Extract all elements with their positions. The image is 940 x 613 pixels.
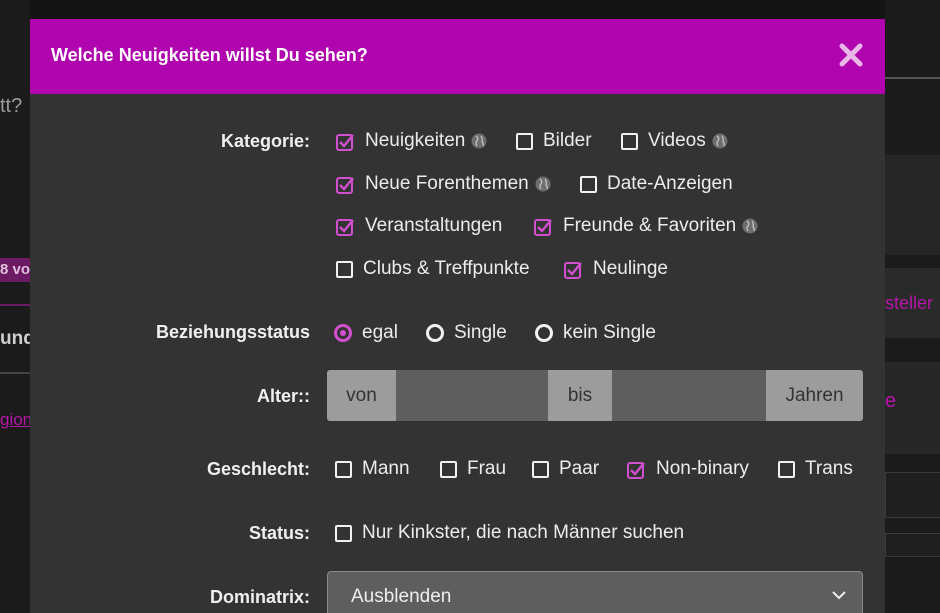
background-link-fragment: gion bbox=[0, 410, 33, 429]
radio-selected-icon[interactable] bbox=[334, 324, 352, 342]
globe-icon bbox=[471, 133, 487, 149]
option-label: Frau bbox=[467, 458, 507, 479]
globe-icon bbox=[712, 133, 728, 149]
background-panel bbox=[885, 155, 940, 255]
option-label: kein Single bbox=[563, 322, 656, 343]
option-label: Trans bbox=[805, 458, 853, 479]
kategorie-freunde-favoriten-checkbox[interactable]: Freunde & Favoriten bbox=[534, 215, 758, 237]
news-filter-modal: Welche Neuigkeiten willst Du sehen? Kate… bbox=[30, 19, 885, 613]
background-link-fragment: e bbox=[885, 390, 897, 412]
geschlecht-paar-checkbox[interactable]: Paar bbox=[532, 458, 599, 480]
checkbox-unchecked-icon[interactable] bbox=[335, 460, 352, 478]
option-label: Clubs & Treffpunkte bbox=[363, 258, 530, 279]
geschlecht-trans-checkbox[interactable]: Trans bbox=[778, 458, 853, 480]
chevron-down-icon bbox=[832, 591, 846, 600]
background-input bbox=[885, 533, 940, 557]
checkbox-unchecked-icon[interactable] bbox=[336, 260, 353, 278]
kategorie-label: Kategorie: bbox=[220, 131, 310, 151]
background-right-column: steller e bbox=[885, 0, 940, 613]
background-input bbox=[885, 472, 940, 518]
radio-unselected-icon[interactable] bbox=[426, 324, 444, 342]
globe-icon bbox=[535, 176, 551, 192]
option-label: Nur Kinkster, die nach Männer suchen bbox=[362, 522, 685, 543]
option-label: Neue Forenthemen bbox=[365, 173, 529, 194]
background-question-text: tt? bbox=[0, 95, 23, 117]
checkbox-unchecked-icon[interactable] bbox=[440, 460, 457, 478]
option-label: Neuigkeiten bbox=[365, 130, 466, 151]
checkbox-checked-icon[interactable] bbox=[564, 260, 583, 279]
option-label: Paar bbox=[559, 458, 600, 479]
checkbox-checked-icon[interactable] bbox=[336, 132, 355, 151]
status-kinkster-checkbox[interactable]: Nur Kinkster, die nach Männer suchen bbox=[335, 522, 684, 544]
age-range-group: von bis Jahren bbox=[327, 370, 863, 421]
radio-unselected-icon[interactable] bbox=[535, 324, 553, 342]
option-label: Date-Anzeigen bbox=[607, 173, 733, 194]
globe-icon bbox=[742, 218, 758, 234]
checkbox-checked-icon[interactable] bbox=[534, 217, 553, 236]
option-label: Non-binary bbox=[656, 458, 749, 479]
option-label: Videos bbox=[648, 130, 706, 151]
kategorie-clubs-treffpunkte-checkbox[interactable]: Clubs & Treffpunkte bbox=[336, 258, 530, 280]
background-left-column bbox=[0, 0, 30, 613]
kategorie-veranstaltungen-checkbox[interactable]: Veranstaltungen bbox=[336, 215, 502, 237]
kategorie-neuigkeiten-checkbox[interactable]: Neuigkeiten bbox=[336, 130, 487, 152]
background-badge: 8 vo bbox=[0, 258, 30, 282]
option-label: Veranstaltungen bbox=[365, 215, 503, 236]
age-unit-addon: Jahren bbox=[766, 370, 863, 421]
option-label: Single bbox=[454, 322, 507, 343]
background-divider bbox=[0, 304, 30, 306]
dominatrix-label: Dominatrix: bbox=[209, 587, 310, 607]
status-label: Status: bbox=[248, 523, 310, 543]
checkbox-checked-icon[interactable] bbox=[336, 217, 355, 236]
beziehungsstatus-single-radio[interactable]: Single bbox=[426, 322, 507, 344]
beziehungsstatus-egal-radio[interactable]: egal bbox=[334, 322, 398, 344]
kategorie-neue-forenthemen-checkbox[interactable]: Neue Forenthemen bbox=[336, 173, 551, 195]
dominatrix-selected-value: Ausblenden bbox=[351, 586, 452, 607]
option-label: Neulinge bbox=[593, 258, 668, 279]
kategorie-date-anzeigen-checkbox[interactable]: Date-Anzeigen bbox=[580, 173, 733, 195]
checkbox-checked-icon[interactable] bbox=[627, 460, 646, 479]
geschlecht-mann-checkbox[interactable]: Mann bbox=[335, 458, 410, 480]
background-link-fragment: steller bbox=[885, 293, 934, 313]
beziehungsstatus-kein-single-radio[interactable]: kein Single bbox=[535, 322, 656, 344]
geschlecht-frau-checkbox[interactable]: Frau bbox=[440, 458, 506, 480]
kategorie-neulinge-checkbox[interactable]: Neulinge bbox=[564, 258, 668, 280]
geschlecht-label: Geschlecht: bbox=[206, 459, 310, 479]
checkbox-checked-icon[interactable] bbox=[336, 175, 355, 194]
option-label: Freunde & Favoriten bbox=[563, 215, 737, 236]
age-from-input[interactable] bbox=[396, 370, 548, 421]
background-divider bbox=[885, 77, 940, 79]
option-label: Bilder bbox=[543, 130, 592, 151]
checkbox-unchecked-icon[interactable] bbox=[335, 524, 352, 542]
checkbox-unchecked-icon[interactable] bbox=[778, 460, 795, 478]
dominatrix-select[interactable]: Ausblenden bbox=[327, 571, 863, 613]
geschlecht-non-binary-checkbox[interactable]: Non-binary bbox=[627, 458, 749, 480]
age-from-addon: von bbox=[327, 370, 396, 421]
checkbox-unchecked-icon[interactable] bbox=[621, 132, 638, 150]
beziehungsstatus-label: Beziehungsstatus bbox=[155, 322, 310, 342]
kategorie-videos-checkbox[interactable]: Videos bbox=[621, 130, 728, 152]
background-divider bbox=[0, 372, 30, 374]
age-to-addon: bis bbox=[548, 370, 612, 421]
close-icon[interactable] bbox=[836, 40, 866, 70]
option-label: Mann bbox=[362, 458, 410, 479]
kategorie-bilder-checkbox[interactable]: Bilder bbox=[516, 130, 592, 152]
age-to-input[interactable] bbox=[612, 370, 766, 421]
option-label: egal bbox=[362, 322, 398, 343]
modal-title: Welche Neuigkeiten willst Du sehen? bbox=[51, 45, 368, 65]
checkbox-unchecked-icon[interactable] bbox=[580, 175, 597, 193]
checkbox-unchecked-icon[interactable] bbox=[532, 460, 549, 478]
alter-label: Alter:: bbox=[257, 386, 310, 406]
modal-header: Welche Neuigkeiten willst Du sehen? bbox=[30, 19, 885, 94]
checkbox-unchecked-icon[interactable] bbox=[516, 132, 533, 150]
